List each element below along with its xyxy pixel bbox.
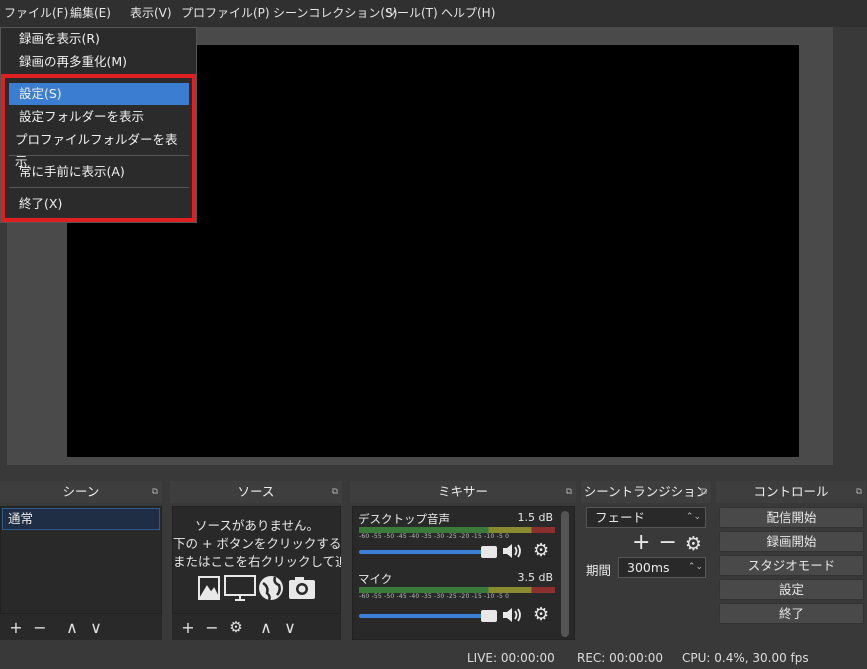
- menu-scene-collection[interactable]: シーンコレクション(S): [267, 0, 397, 27]
- source-type-icons: [198, 575, 315, 601]
- sources-panel-title: ソース ⧉: [170, 481, 342, 503]
- duration-spinbox[interactable]: 300ms ⌃⌄: [618, 557, 706, 578]
- image-icon: [198, 576, 220, 600]
- mixer-scrollbar[interactable]: [561, 511, 569, 637]
- duration-value: 300ms: [627, 560, 670, 575]
- down-icon[interactable]: ∨: [280, 618, 300, 637]
- mixer-channel-name: マイク: [358, 572, 393, 586]
- meter-ticks: -60 -55 -50 -45 -40 -35 -30 -25 -20 -15 …: [359, 593, 510, 600]
- menu-item-remux[interactable]: 録画の再多重化(M): [9, 51, 189, 73]
- mixer-channel-name: デスクトップ音声: [358, 512, 450, 526]
- duration-label: 期間: [586, 563, 612, 578]
- menu-item-show-recordings[interactable]: 録画を表示(R): [9, 28, 189, 50]
- transition-select[interactable]: フェード ⌃⌄: [586, 507, 706, 528]
- scene-item[interactable]: 通常: [2, 508, 160, 530]
- transitions-panel-title: シーントランジション ⧉: [581, 481, 711, 503]
- status-rec: REC: 00:00:00: [577, 651, 664, 665]
- sources-title-label: ソース: [237, 484, 275, 499]
- sources-empty-text: ソースがありません。: [194, 518, 319, 533]
- display-icon: [224, 575, 256, 601]
- scenes-list: 通常: [0, 506, 162, 614]
- meter-ticks: -60 -55 -50 -45 -40 -35 -30 -25 -20 -15 …: [359, 533, 510, 540]
- volume-slider[interactable]: [359, 550, 495, 554]
- remove-icon[interactable]: −: [30, 618, 50, 637]
- mixer-title-label: ミキサー: [437, 484, 488, 499]
- menu-profile[interactable]: プロファイル(P): [175, 0, 270, 27]
- controls-title-label: コントロール: [753, 484, 829, 499]
- globe-icon: [259, 576, 283, 601]
- add-icon[interactable]: +: [6, 618, 26, 637]
- menu-tools[interactable]: ツール(T): [375, 0, 438, 27]
- menubar: ファイル(F) 編集(E) 表示(V) プロファイル(P) シーンコレクション(…: [0, 0, 867, 27]
- mixer-panel-title: ミキサー ⧉: [350, 481, 576, 503]
- start-streaming-button[interactable]: 配信開始: [719, 507, 864, 528]
- mixer-panel: デスクトップ音声 1.5 dB -60 -55 -50 -45 -40 -35 …: [352, 506, 575, 640]
- mixer-channel-db: 3.5 dB: [517, 571, 553, 584]
- red-highlight-box: [1, 74, 196, 222]
- undock-icon[interactable]: ⧉: [856, 481, 862, 503]
- scenes-panel-title: シーン ⧉: [0, 481, 162, 503]
- undock-icon[interactable]: ⧉: [566, 481, 572, 503]
- add-icon[interactable]: +: [178, 618, 198, 637]
- exit-button[interactable]: 終了: [719, 603, 864, 624]
- undock-icon[interactable]: ⧉: [701, 481, 707, 503]
- gear-icon[interactable]: ⚙: [226, 618, 246, 636]
- status-live: LIVE: 00:00:00: [467, 651, 555, 665]
- menu-help[interactable]: ヘルプ(H): [435, 0, 495, 27]
- transitions-toolbar: + − ⚙: [632, 530, 702, 558]
- remove-icon[interactable]: −: [202, 618, 222, 637]
- controls-panel-title: コントロール ⧉: [716, 481, 866, 503]
- start-recording-button[interactable]: 録画開始: [719, 531, 864, 552]
- spinner-arrows-icon[interactable]: ⌃⌄: [688, 558, 703, 577]
- add-icon[interactable]: +: [632, 530, 650, 558]
- studio-mode-button[interactable]: スタジオモード: [719, 555, 864, 576]
- scenes-title-label: シーン: [62, 484, 100, 499]
- scenes-toolbar: + − ∧ ∨: [0, 614, 162, 640]
- up-icon[interactable]: ∧: [256, 618, 276, 637]
- volume-slider[interactable]: [359, 614, 495, 618]
- sources-empty-text: 下の + ボタンをクリックするか、: [173, 536, 341, 551]
- camera-icon: [289, 577, 315, 599]
- undock-icon[interactable]: ⧉: [152, 481, 158, 503]
- gear-icon[interactable]: ⚙: [533, 604, 549, 625]
- gear-icon[interactable]: ⚙: [685, 530, 702, 558]
- speaker-icon[interactable]: [501, 606, 523, 627]
- transition-select-value: フェード: [595, 510, 646, 525]
- transitions-title-label: シーントランジション: [583, 484, 709, 499]
- down-icon[interactable]: ∨: [86, 618, 106, 637]
- remove-icon[interactable]: −: [658, 530, 676, 558]
- status-cpu: CPU: 0.4%, 30.00 fps: [682, 651, 809, 665]
- sources-empty-text: またはここを右クリックして追加してください。: [173, 554, 341, 569]
- sources-list[interactable]: ソースがありません。 下の + ボタンをクリックするか、 またはここを右クリック…: [172, 506, 341, 614]
- menu-file[interactable]: ファイル(F): [0, 0, 68, 27]
- speaker-icon[interactable]: [501, 542, 523, 564]
- gear-icon[interactable]: ⚙: [533, 540, 549, 561]
- menu-view[interactable]: 表示(V): [120, 0, 175, 27]
- undock-icon[interactable]: ⧉: [332, 481, 338, 503]
- menu-edit[interactable]: 編集(E): [60, 0, 120, 27]
- volume-slider-handle[interactable]: [481, 546, 497, 558]
- settings-button[interactable]: 設定: [719, 579, 864, 600]
- volume-slider-handle[interactable]: [481, 610, 497, 622]
- spinner-arrows-icon: ⌃⌄: [685, 512, 701, 522]
- mixer-channel-db: 1.5 dB: [517, 511, 553, 524]
- up-icon[interactable]: ∧: [62, 618, 82, 637]
- sources-toolbar: + − ⚙ ∧ ∨: [172, 614, 341, 640]
